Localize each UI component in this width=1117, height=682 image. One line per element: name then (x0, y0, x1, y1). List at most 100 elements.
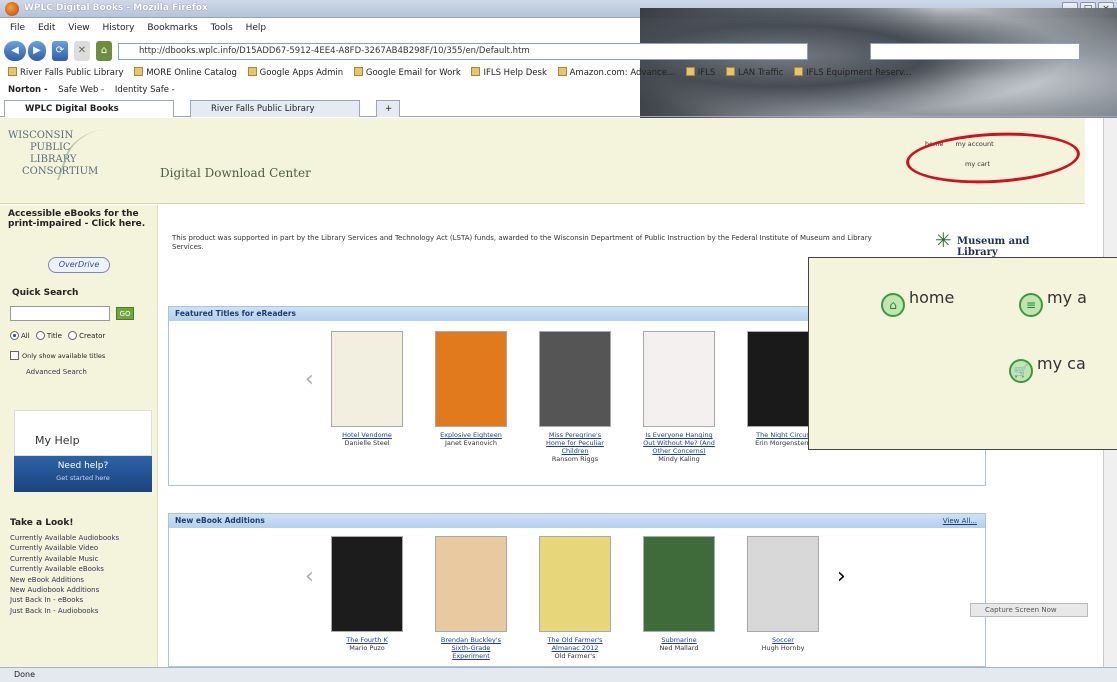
list-item[interactable]: Currently Available Video (10, 543, 119, 553)
bookmark-item[interactable]: River Falls Public Library (8, 65, 123, 81)
stop-button[interactable]: ✕ (74, 41, 90, 61)
menu-file[interactable]: File (10, 20, 25, 36)
book-title[interactable]: Miss Peregrine's Home for Peculiar Child… (539, 431, 611, 455)
book-title[interactable]: Brendan Buckley's Sixth-Grade Experiment (435, 636, 507, 660)
view-all-link[interactable]: View All... (943, 514, 977, 528)
bookmark-item[interactable]: MORE Online Catalog (134, 65, 237, 81)
wplc-logo[interactable]: WISCONSIN PUBLIC LIBRARY CONSORTIUM (8, 130, 138, 190)
book-title[interactable]: Is Everyone Hanging Out Without Me? (And… (643, 431, 715, 455)
book-author[interactable]: Old Farmer's (539, 652, 611, 660)
menu-help[interactable]: Help (246, 20, 267, 36)
new-tab-button[interactable]: + (376, 100, 400, 117)
book-cover[interactable] (643, 331, 715, 427)
list-item[interactable]: New Audiobook Additions (10, 585, 119, 595)
book-item[interactable]: The Fourth K Mario Puzo (331, 536, 403, 652)
tab-river-falls[interactable]: River Falls Public Library (190, 100, 360, 117)
reload-button[interactable]: ⟳ (52, 41, 68, 61)
book-item[interactable]: Miss Peregrine's Home for Peculiar Child… (539, 331, 611, 463)
book-cover[interactable] (435, 536, 507, 632)
red-highlight-circle (904, 128, 1082, 188)
book-title[interactable]: Explosive Eighteen (435, 431, 507, 439)
tab-wplc[interactable]: WPLC Digital Books (4, 100, 174, 117)
book-cover[interactable] (331, 331, 403, 427)
list-item[interactable]: Just Back In - Audiobooks (10, 606, 119, 616)
imls-logo[interactable]: ✳ Museum and Library (935, 220, 1045, 260)
bookmark-item[interactable]: Google Email for Work (353, 65, 461, 81)
book-author[interactable]: Ned Mallard (643, 644, 715, 652)
book-item[interactable]: Brendan Buckley's Sixth-Grade Experiment (435, 536, 507, 660)
menu-edit[interactable]: Edit (38, 20, 55, 36)
book-cover[interactable] (331, 536, 403, 632)
menu-tools[interactable]: Tools (211, 20, 233, 36)
book-author[interactable]: Danielle Steel (331, 439, 403, 447)
carousel-left-arrow[interactable]: ‹ (305, 564, 314, 589)
zoom-cart-link[interactable]: 🛒 my ca (1009, 354, 1086, 383)
quick-search-go-button[interactable]: GO (116, 307, 134, 320)
advanced-search-link[interactable]: Advanced Search (26, 368, 87, 376)
book-item[interactable]: Submarine Ned Mallard (643, 536, 715, 652)
book-title[interactable]: Submarine (643, 636, 715, 644)
take-a-look-heading: Take a Look! (10, 518, 74, 528)
radio-creator[interactable] (68, 331, 78, 340)
window-title: WPLC Digital Books - Mozilla Firefox (24, 3, 208, 13)
list-item[interactable]: Currently Available Music (10, 554, 119, 564)
zoom-home-link[interactable]: ⌂ home (881, 288, 954, 317)
list-item[interactable]: Just Back In - eBooks (10, 595, 119, 605)
book-author[interactable]: Mindy Kaling (643, 455, 715, 463)
radio-all[interactable] (10, 331, 19, 340)
new-additions-panel: New eBook Additions View All... ‹ › The … (168, 513, 986, 667)
bookmark-item[interactable]: Amazon.com: Advance... (557, 65, 675, 81)
need-help-button[interactable]: Need help? Get started here (14, 456, 152, 492)
available-only-checkbox[interactable] (10, 351, 19, 360)
book-cover[interactable] (539, 331, 611, 427)
accessible-ebooks-link[interactable]: Accessible eBooks for the print-impaired… (8, 209, 148, 229)
quick-search-input[interactable] (10, 306, 110, 321)
left-sidebar: Accessible eBooks for the print-impaired… (0, 205, 158, 667)
menu-view[interactable]: View (68, 20, 89, 36)
radio-title[interactable] (35, 331, 45, 340)
book-author[interactable]: Mario Puzo (331, 644, 403, 652)
identity-safe-button[interactable]: Identity Safe - (115, 82, 175, 98)
bookmark-item[interactable]: Google Apps Admin (247, 65, 343, 81)
back-button[interactable]: ◀ (4, 41, 26, 61)
list-item[interactable]: New eBook Additions (10, 575, 119, 585)
available-only-option: Only show available titles (10, 351, 105, 360)
bookmark-item[interactable]: IFLS Help Desk (471, 65, 547, 81)
book-item[interactable]: The Old Farmer's Almanac 2012 Old Farmer'… (539, 536, 611, 660)
book-title[interactable]: The Old Farmer's Almanac 2012 (539, 636, 611, 652)
bookmark-item[interactable]: IFLS Equipment Reserv... (794, 65, 912, 81)
book-title[interactable]: Soccer (747, 636, 819, 644)
book-cover[interactable] (747, 536, 819, 632)
safe-web-button[interactable]: Safe Web - (58, 82, 104, 98)
zoom-account-link[interactable]: ≡ my a (1019, 288, 1087, 317)
bookmark-item[interactable]: IFLS (685, 65, 715, 81)
forward-button[interactable]: ▶ (28, 41, 46, 61)
book-author[interactable]: Janet Evanovich (435, 439, 507, 447)
my-help-banner[interactable]: My Help (14, 410, 152, 456)
search-box[interactable] (870, 43, 1080, 60)
book-cover[interactable] (539, 536, 611, 632)
norton-menu[interactable]: Norton - (8, 82, 48, 98)
book-item[interactable]: Soccer Hugh Hornby (747, 536, 819, 652)
carousel-right-arrow[interactable]: › (837, 564, 846, 589)
menu-history[interactable]: History (102, 20, 134, 36)
book-item[interactable]: Explosive Eighteen Janet Evanovich (435, 331, 507, 447)
menu-bar: File Edit View History Bookmarks Tools H… (0, 20, 1117, 36)
book-author[interactable]: Hugh Hornby (747, 644, 819, 652)
list-item[interactable]: Currently Available Audiobooks (10, 533, 119, 543)
book-item[interactable]: Is Everyone Hanging Out Without Me? (And… (643, 331, 715, 463)
home-button[interactable]: ⌂ (96, 41, 112, 61)
bookmark-item[interactable]: LAN Traffic (726, 65, 783, 81)
book-title[interactable]: Hotel Vendome (331, 431, 403, 439)
url-bar[interactable]: http://dbooks.wplc.info/D15ADD67-5912-4E… (118, 43, 808, 60)
norton-toolbar: Norton - Safe Web - Identity Safe - (0, 82, 1117, 98)
overdrive-logo[interactable]: OverDrive (48, 257, 110, 273)
book-cover[interactable] (435, 331, 507, 427)
carousel-left-arrow[interactable]: ‹ (305, 367, 314, 392)
book-cover[interactable] (643, 536, 715, 632)
book-title[interactable]: The Fourth K (331, 636, 403, 644)
book-item[interactable]: Hotel Vendome Danielle Steel (331, 331, 403, 447)
menu-bookmarks[interactable]: Bookmarks (147, 20, 197, 36)
book-author[interactable]: Ransom Riggs (539, 455, 611, 463)
list-item[interactable]: Currently Available eBooks (10, 564, 119, 574)
